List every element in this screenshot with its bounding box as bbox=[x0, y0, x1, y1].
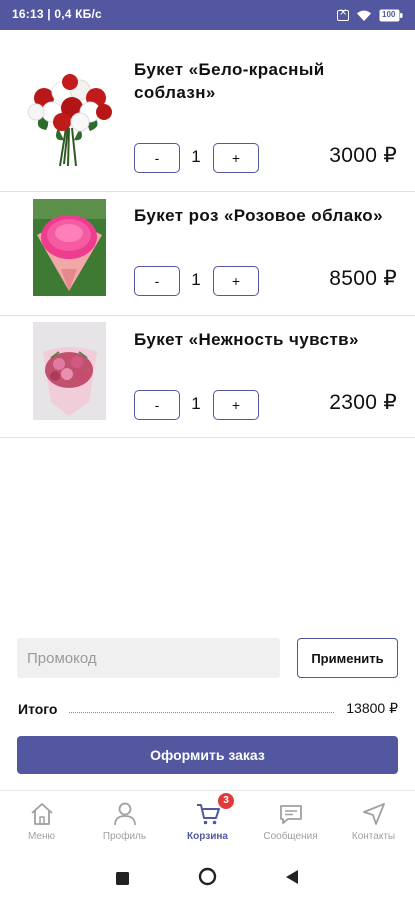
nav-item-profile[interactable]: Профиль bbox=[83, 791, 166, 851]
item-price: 8500 ₽ bbox=[329, 267, 397, 290]
total-label: Итого bbox=[18, 701, 58, 717]
cart-item: Букет «Нежность чувств» - 1 + 2300 ₽ bbox=[0, 316, 415, 438]
increase-qty-button[interactable]: + bbox=[213, 143, 259, 173]
cart-icon bbox=[195, 801, 221, 827]
home-circle-icon[interactable] bbox=[198, 867, 217, 890]
item-title: Букет «Бело-красный соблазн» bbox=[134, 60, 325, 102]
cart-item: Букет роз «Розовое облако» - 1 + 8500 ₽ bbox=[0, 192, 415, 316]
wifi-icon bbox=[356, 9, 372, 22]
total-value: 13800 ₽ bbox=[346, 700, 398, 716]
nav-label: Корзина bbox=[187, 831, 228, 842]
status-icons: 100 bbox=[337, 7, 403, 22]
nav-label: Меню bbox=[27, 831, 56, 842]
system-navigation-bar bbox=[0, 852, 415, 900]
home-icon bbox=[29, 801, 55, 827]
nav-item-contacts[interactable]: Контакты bbox=[332, 791, 415, 851]
item-quantity: 1 bbox=[191, 147, 201, 166]
decrease-qty-button[interactable]: - bbox=[134, 266, 180, 296]
item-quantity: 1 bbox=[191, 394, 201, 413]
status-bar: 16:13 | 0,4 КБ/с 100 bbox=[0, 0, 415, 30]
bouquet-image-white-red[interactable] bbox=[22, 68, 116, 168]
back-triangle-icon[interactable] bbox=[285, 869, 299, 889]
item-price: 2300 ₽ bbox=[329, 391, 397, 414]
bouquet-image-tender[interactable] bbox=[33, 322, 106, 420]
nav-item-messages[interactable]: Сообщения bbox=[249, 791, 332, 851]
nav-item-cart[interactable]: 3 Корзина bbox=[166, 791, 249, 851]
user-icon bbox=[112, 801, 138, 827]
status-time-speed: 16:13 | 0,4 КБ/с bbox=[12, 7, 102, 21]
increase-qty-button[interactable]: + bbox=[213, 266, 259, 296]
bottom-nav: Меню Профиль 3 Корзина Сообщения Контакт… bbox=[0, 790, 415, 850]
sim-off-icon bbox=[337, 7, 349, 21]
recents-square-icon[interactable] bbox=[116, 870, 129, 889]
total-row: Итого 13800 ₽ bbox=[18, 697, 398, 717]
cart-item: Букет «Бело-красный соблазн» - 1 + 3000 … bbox=[0, 30, 415, 192]
item-price: 3000 ₽ bbox=[329, 144, 397, 167]
dotted-leader bbox=[69, 712, 335, 713]
chat-icon bbox=[278, 801, 304, 827]
nav-label: Контакты bbox=[351, 831, 396, 842]
item-quantity: 1 bbox=[191, 270, 201, 289]
checkout-button[interactable]: Оформить заказ bbox=[17, 736, 398, 774]
increase-qty-button[interactable]: + bbox=[213, 390, 259, 420]
cart-count-badge: 3 bbox=[218, 793, 234, 809]
battery-icon: 100 bbox=[379, 9, 403, 22]
battery-level: 100 bbox=[382, 9, 396, 19]
decrease-qty-button[interactable]: - bbox=[134, 143, 180, 173]
item-title: Букет «Нежность чувств» bbox=[134, 330, 359, 349]
decrease-qty-button[interactable]: - bbox=[134, 390, 180, 420]
nav-label: Сообщения bbox=[263, 831, 318, 842]
nav-label: Профиль bbox=[102, 831, 147, 842]
promo-code-input[interactable] bbox=[17, 638, 280, 678]
item-title: Букет роз «Розовое облако» bbox=[134, 206, 383, 225]
navigation-icon bbox=[361, 801, 387, 827]
apply-promo-button[interactable]: Применить bbox=[297, 638, 398, 678]
bouquet-image-pink[interactable] bbox=[33, 199, 106, 296]
nav-item-menu[interactable]: Меню bbox=[0, 791, 83, 851]
